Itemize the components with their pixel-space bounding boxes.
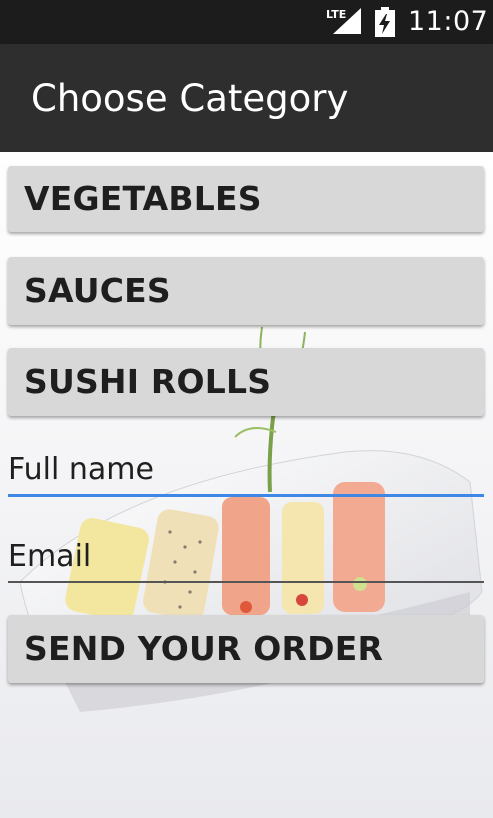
full-name-input[interactable]	[8, 451, 484, 497]
main-content: VEGETABLES SAUCES SUSHI ROLLS SEND YOUR …	[0, 152, 493, 818]
network-type-label: LTE	[326, 8, 346, 21]
lte-signal-icon: LTE	[326, 8, 361, 34]
app-bar: Choose Category	[0, 44, 493, 152]
sushi-rolls-button[interactable]: SUSHI ROLLS	[8, 348, 484, 416]
status-bar: LTE 11:07	[0, 0, 493, 44]
email-input[interactable]	[8, 537, 484, 583]
send-order-button[interactable]: SEND YOUR ORDER	[8, 615, 484, 683]
status-time: 11:07	[408, 6, 489, 37]
battery-charging-icon	[375, 7, 395, 37]
page-title: Choose Category	[31, 77, 349, 120]
vegetables-button[interactable]: VEGETABLES	[8, 166, 484, 232]
sauces-button[interactable]: SAUCES	[8, 257, 484, 325]
